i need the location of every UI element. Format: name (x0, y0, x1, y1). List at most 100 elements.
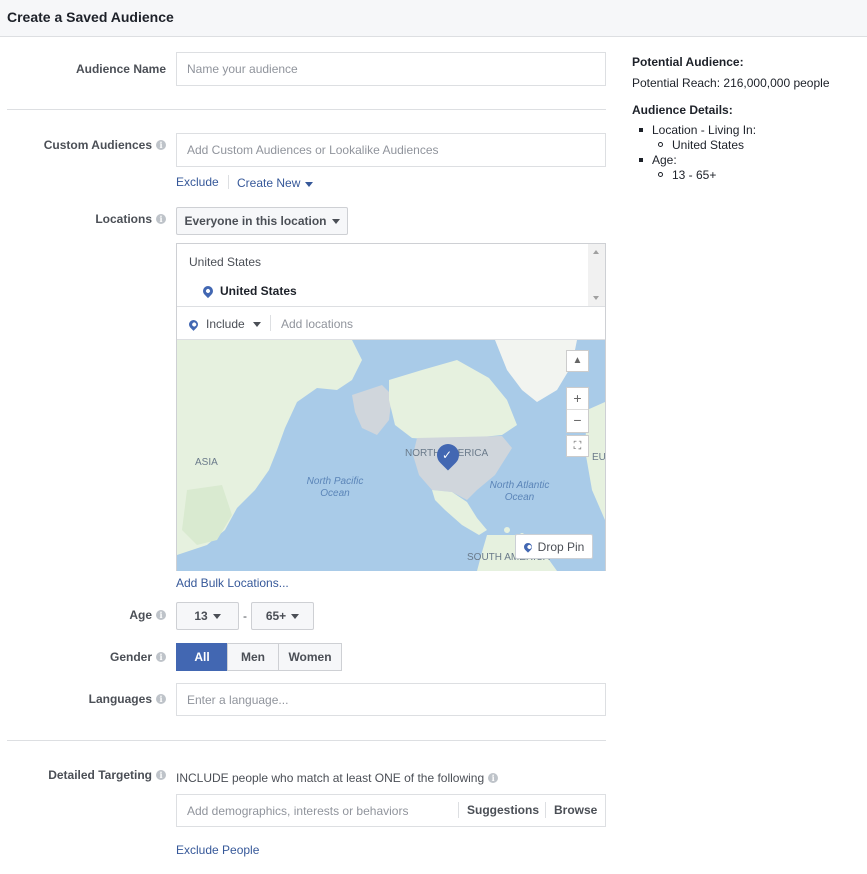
gender-label: Gender i (110, 650, 166, 664)
gender-label-text: Gender (109, 650, 152, 664)
info-icon[interactable]: i (156, 610, 166, 620)
list-bullet (639, 158, 643, 162)
include-dropdown[interactable]: Include (187, 317, 261, 331)
location-selected-label: United States (220, 284, 297, 298)
chevron-down-icon (305, 182, 314, 187)
create-new-label: Create New (237, 176, 301, 190)
audience-name-label-text: Audience Name (75, 62, 166, 76)
location-pin-icon (521, 540, 534, 553)
location-detail-value: United States (672, 138, 745, 152)
map-zoom-controls: + − (566, 387, 589, 433)
custom-audiences-label-text: Custom Audiences (43, 138, 152, 152)
targeting-separator (545, 802, 546, 818)
audience-name-input[interactable]: Name your audience (176, 52, 606, 86)
potential-reach-text: Potential Reach: 216,000,000 people (632, 76, 830, 90)
section-divider (7, 740, 606, 741)
location-map[interactable]: ASIA NORTH AMERICA North Pacific Ocean N… (177, 340, 605, 571)
location-selected-item[interactable]: United States (200, 283, 297, 299)
detailed-targeting-instruction: INCLUDE people who match at least ONE of… (176, 771, 499, 785)
info-icon[interactable]: i (156, 214, 166, 224)
location-group-header: United States (189, 255, 262, 269)
detailed-targeting-input[interactable]: Add demographics, interests or behaviors (176, 794, 606, 827)
chevron-down-icon (331, 218, 340, 224)
age-detail-value: 13 - 65+ (672, 168, 717, 182)
audience-details-title: Audience Details: (632, 103, 733, 117)
map-label-pacific: North Pacific Ocean (306, 476, 364, 499)
gender-men-button[interactable]: Men (227, 643, 279, 671)
add-locations-input[interactable]: Add locations (281, 317, 353, 331)
location-pin-icon (200, 283, 216, 299)
map-label-europe: EU (592, 452, 605, 463)
list-bullet (639, 128, 643, 132)
gender-women-button[interactable]: Women (278, 643, 342, 671)
zoom-out-button[interactable]: − (567, 410, 588, 430)
detailed-targeting-label-text: Detailed Targeting (48, 768, 152, 782)
location-type-label: Everyone in this location (184, 214, 327, 228)
fullscreen-icon[interactable]: ⛶ (566, 435, 589, 457)
audience-name-placeholder: Name your audience (187, 62, 298, 76)
chevron-down-icon (252, 321, 261, 327)
age-max-dropdown[interactable]: 65+ (251, 602, 314, 630)
age-label-text: Age (129, 608, 152, 622)
exclude-people-link[interactable]: Exclude People (176, 843, 259, 857)
include-separator (270, 315, 271, 331)
map-label-asia: ASIA (195, 457, 218, 468)
list-bullet (658, 172, 663, 177)
link-separator (228, 175, 229, 189)
location-detail-item: Location - Living In: (652, 123, 757, 137)
custom-audiences-input[interactable]: Add Custom Audiences or Lookalike Audien… (176, 133, 606, 167)
add-bulk-locations-link[interactable]: Add Bulk Locations... (176, 576, 289, 590)
zoom-in-button[interactable]: + (567, 388, 588, 410)
locations-label-text: Locations (95, 212, 152, 226)
list-bullet (658, 142, 663, 147)
locations-label: Locations i (95, 212, 166, 226)
browse-button[interactable]: Browse (554, 803, 597, 817)
create-new-link[interactable]: Create New (237, 176, 314, 190)
age-min-dropdown[interactable]: 13 (176, 602, 239, 630)
age-separator: - (243, 609, 247, 623)
languages-label: Languages i (89, 692, 166, 706)
targeting-separator (458, 802, 459, 818)
gender-all-button[interactable]: All (176, 643, 228, 671)
include-label: Include (206, 317, 245, 331)
info-icon[interactable]: i (156, 652, 166, 662)
languages-placeholder: Enter a language... (187, 692, 289, 707)
info-icon[interactable]: i (156, 694, 166, 704)
checkmark-icon: ✓ (442, 448, 453, 462)
detailed-targeting-label: Detailed Targeting i (48, 768, 166, 782)
chevron-down-icon (212, 613, 221, 619)
age-detail-item: Age: (652, 153, 677, 167)
age-min-value: 13 (194, 609, 208, 623)
languages-input[interactable]: Enter a language... (176, 683, 606, 716)
audience-name-label: Audience Name (76, 62, 166, 76)
scroll-down-icon[interactable] (593, 296, 599, 300)
map-label-atlantic: North Atlantic Ocean (489, 480, 550, 503)
languages-label-text: Languages (88, 692, 152, 706)
map-scroll-up-button[interactable]: ▲ (566, 350, 589, 372)
potential-audience-title: Potential Audience: (632, 55, 744, 69)
location-list-scrollbar[interactable] (588, 244, 605, 306)
suggestions-button[interactable]: Suggestions (467, 803, 539, 817)
custom-audiences-placeholder: Add Custom Audiences or Lookalike Audien… (187, 143, 439, 157)
detailed-targeting-placeholder: Add demographics, interests or behaviors (187, 803, 409, 818)
info-icon[interactable]: i (156, 140, 166, 150)
scroll-up-icon[interactable] (593, 250, 599, 254)
age-label: Age i (129, 608, 166, 622)
page-header: Create a Saved Audience (0, 0, 867, 37)
location-selector: United States United States Include Add … (176, 243, 606, 571)
info-icon[interactable]: i (488, 773, 499, 783)
age-max-value: 65+ (265, 609, 287, 623)
info-icon[interactable]: i (156, 770, 166, 780)
exclude-link[interactable]: Exclude (176, 175, 219, 189)
chevron-down-icon (291, 613, 300, 619)
include-instruction-text: INCLUDE people who match at least ONE of… (176, 771, 485, 785)
location-pin-icon (187, 317, 200, 331)
page-title: Create a Saved Audience (7, 9, 174, 25)
section-divider (7, 109, 606, 110)
drop-pin-label: Drop Pin (537, 539, 585, 554)
location-type-dropdown[interactable]: Everyone in this location (176, 207, 348, 235)
location-add-row: Include Add locations (177, 307, 605, 340)
custom-audiences-label: Custom Audiences i (44, 138, 166, 152)
drop-pin-button[interactable]: Drop Pin (515, 534, 593, 559)
location-list: United States United States (177, 244, 605, 307)
